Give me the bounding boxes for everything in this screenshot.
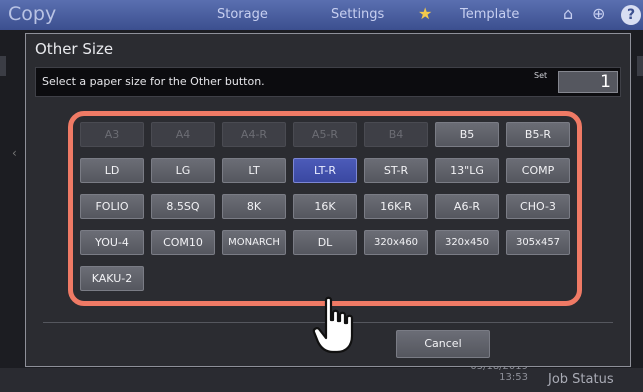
paper-size-button: A4-R (222, 122, 286, 147)
paper-size-grid: A3 A4 A4-R A5-R B4 B5 B5-R LD LG LT LT-R ST-R 13"LG C… (68, 111, 582, 306)
paper-size-button: A3 (80, 122, 144, 147)
paper-size-button[interactable]: LT (222, 158, 286, 183)
help-icon[interactable]: ? (621, 5, 641, 25)
nav-storage[interactable]: Storage (217, 7, 268, 22)
star-icon[interactable]: ★ (418, 4, 432, 23)
paper-size-button[interactable]: 8K (222, 194, 286, 219)
paper-size-button[interactable]: LD (80, 158, 144, 183)
info-bar: Select a paper size for the Other button… (35, 67, 621, 97)
paper-size-button[interactable]: KAKU-2 (80, 266, 144, 291)
left-edge-strip (0, 56, 6, 76)
paper-size-button[interactable]: 13"LG (435, 158, 499, 183)
globe-icon[interactable]: ⊕ (592, 4, 605, 23)
paper-size-button[interactable]: 16K-R (364, 194, 428, 219)
dialog-title: Other Size (35, 40, 114, 58)
paper-size-button[interactable]: 305x457 (506, 230, 570, 255)
paper-size-button[interactable]: DL (293, 230, 357, 255)
hand-pointer-icon (312, 296, 354, 354)
set-count-field[interactable]: 1 (558, 71, 618, 93)
paper-size-button[interactable]: LG (151, 158, 215, 183)
paper-size-button[interactable]: ST-R (364, 158, 428, 183)
app-title: Copy (8, 3, 57, 25)
paper-size-button[interactable]: LT-R (293, 158, 357, 183)
set-label: Set (534, 71, 548, 80)
paper-size-button[interactable]: 16K (293, 194, 357, 219)
paper-size-button: A5-R (293, 122, 357, 147)
paper-size-button[interactable]: 320x460 (364, 230, 428, 255)
paper-size-button[interactable]: 320x450 (435, 230, 499, 255)
right-edge-strip (637, 56, 643, 76)
paper-size-button[interactable]: COM10 (151, 230, 215, 255)
paper-size-button[interactable]: COMP (506, 158, 570, 183)
paper-size-button[interactable]: CHO-3 (506, 194, 570, 219)
home-icon[interactable]: ⌂ (563, 4, 573, 23)
paper-size-button[interactable]: B5 (435, 122, 499, 147)
nav-template[interactable]: Template (460, 7, 519, 22)
paper-size-button: B4 (364, 122, 428, 147)
job-status-button[interactable]: Job Status (548, 372, 614, 387)
cancel-button[interactable]: Cancel (396, 330, 490, 358)
top-nav-bar: Copy Storage Settings ★ Template ⌂ ⊕ ? (0, 0, 643, 30)
paper-size-button[interactable]: MONARCH (222, 230, 286, 255)
left-arrow-icon[interactable]: ‹ (12, 146, 17, 160)
paper-size-button: A4 (151, 122, 215, 147)
nav-settings[interactable]: Settings (331, 7, 384, 22)
paper-size-button[interactable]: 8.5SQ (151, 194, 215, 219)
status-bar (0, 368, 643, 392)
paper-size-button[interactable]: A6-R (435, 194, 499, 219)
paper-size-button[interactable]: B5-R (506, 122, 570, 147)
paper-size-button[interactable]: FOLIO (80, 194, 144, 219)
time-text: 13:53 (499, 372, 528, 383)
paper-size-button[interactable]: YOU-4 (80, 230, 144, 255)
instruction-text: Select a paper size for the Other button… (42, 75, 265, 88)
